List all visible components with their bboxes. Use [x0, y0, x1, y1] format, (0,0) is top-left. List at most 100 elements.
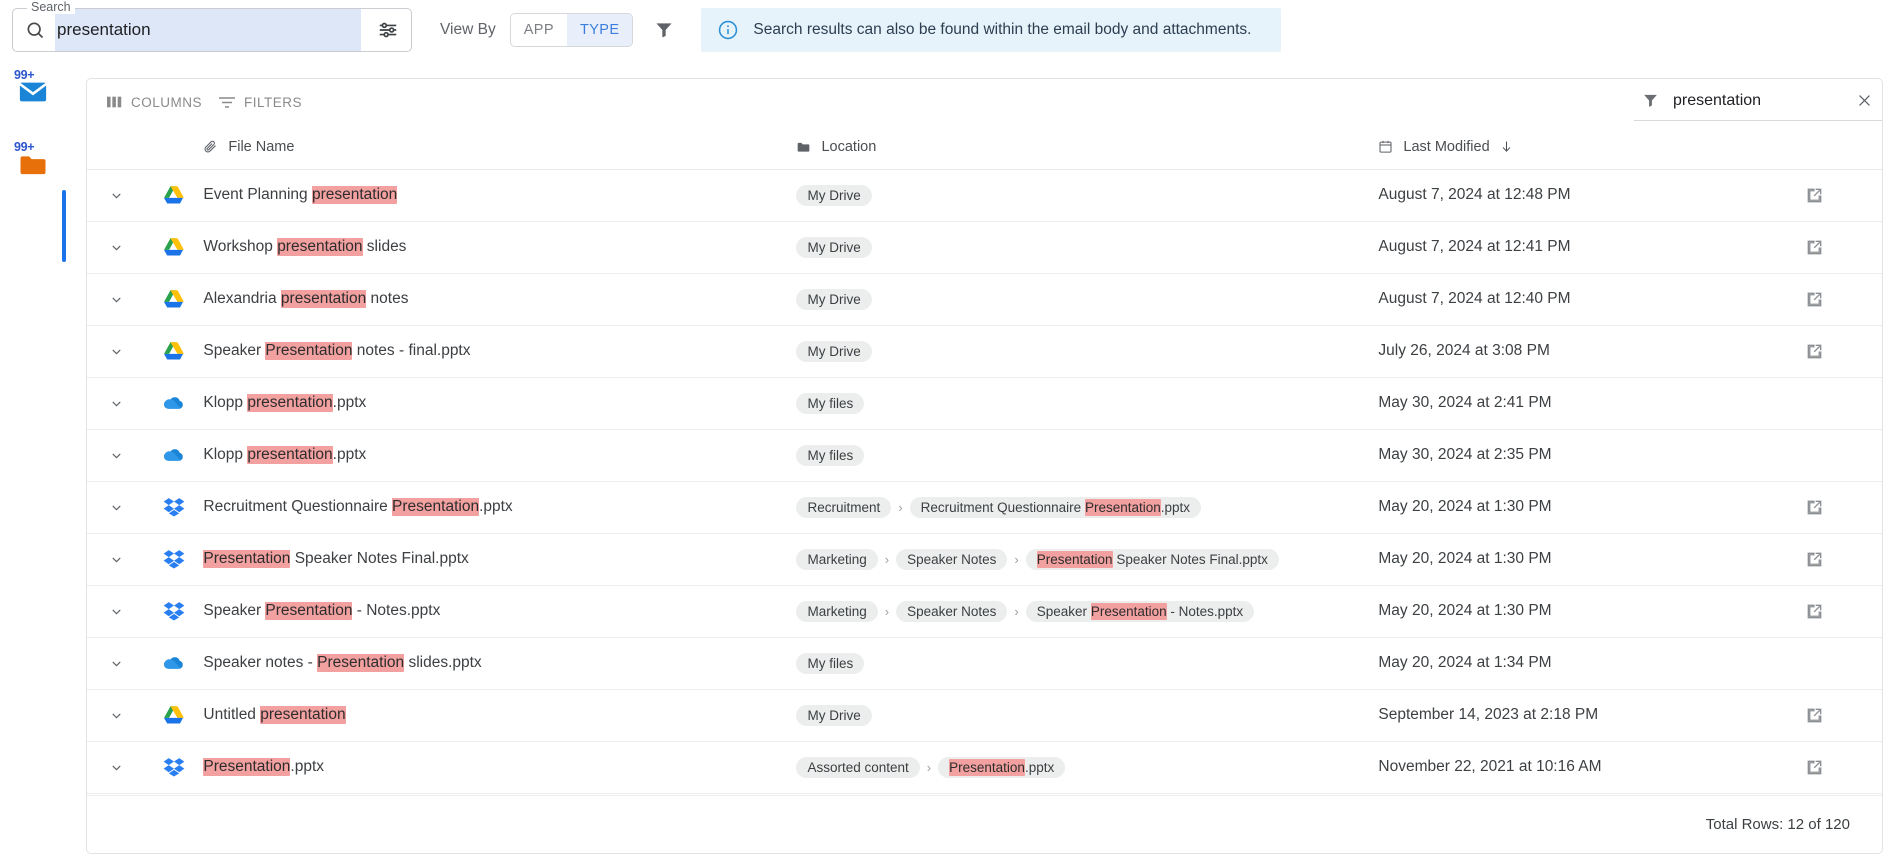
row-actions-cell	[1748, 169, 1882, 221]
table-row[interactable]: Alexandria presentation notes My Drive Aug…	[87, 273, 1882, 325]
table-row[interactable]: Presentation Speaker Notes Final.pptx Mar…	[87, 533, 1882, 585]
open-in-new-icon[interactable]	[1805, 706, 1824, 725]
table-row[interactable]: Recruitment Questionnaire Presentation.p…	[87, 481, 1882, 533]
columns-button[interactable]: COLUMNS	[99, 86, 210, 118]
table-row[interactable]: Klopp presentation.pptx My files May 30, 2…	[87, 429, 1882, 481]
rail-item-mail[interactable]: 99+	[0, 64, 66, 124]
close-icon[interactable]	[1850, 92, 1878, 109]
location-chip[interactable]: My Drive	[796, 236, 872, 258]
toggle-type[interactable]: TYPE	[566, 14, 633, 46]
open-in-new-icon[interactable]	[1805, 186, 1824, 205]
table-row[interactable]: Untitled presentation My Drive September 1…	[87, 689, 1882, 741]
location-chip[interactable]: My files	[796, 444, 865, 466]
row-file-name-cell[interactable]: Speaker Presentation - Notes.pptx	[203, 585, 796, 637]
table-row[interactable]: Klopp presentation.pptx My files May 30, 2…	[87, 377, 1882, 429]
location-chip[interactable]: Marketing	[796, 548, 878, 570]
table-row[interactable]: Workshop presentation slides My Drive Augu…	[87, 221, 1882, 273]
row-expand-cell[interactable]	[87, 637, 145, 689]
location-chip[interactable]: Presentation.pptx	[938, 756, 1066, 778]
filters-button[interactable]: FILTERS	[210, 86, 310, 118]
row-file-name-cell[interactable]: Presentation Speaker Notes Final.pptx	[203, 533, 796, 585]
location-chip[interactable]: My Drive	[796, 184, 872, 206]
row-expand-cell[interactable]	[87, 221, 145, 273]
row-expand-cell[interactable]	[87, 689, 145, 741]
th-last-modified[interactable]: Last Modified	[1378, 125, 1748, 170]
open-in-new-icon[interactable]	[1805, 758, 1824, 777]
row-file-name-cell[interactable]: Speaker notes - Presentation slides.pptx	[203, 637, 796, 689]
location-chip[interactable]: My Drive	[796, 288, 872, 310]
chevron-down-icon[interactable]	[87, 240, 145, 255]
row-file-name-cell[interactable]: Presentation.pptx	[203, 741, 796, 793]
location-chip[interactable]: Recruitment	[796, 496, 892, 518]
row-file-name-cell[interactable]: Klopp presentation.pptx	[203, 429, 796, 481]
location-chip[interactable]: My Drive	[796, 340, 872, 362]
row-expand-cell[interactable]	[87, 169, 145, 221]
row-date-cell: May 20, 2024 at 1:30 PM	[1378, 481, 1747, 533]
chevron-down-icon[interactable]	[87, 760, 145, 775]
search-field[interactable]: Search presentation	[12, 1, 412, 52]
open-in-new-icon[interactable]	[1805, 342, 1824, 361]
location-chip[interactable]: Assorted content	[796, 756, 920, 778]
search-input[interactable]: presentation	[55, 9, 361, 51]
row-file-name-cell[interactable]: Workshop presentation slides	[203, 221, 796, 273]
location-chip[interactable]: My Drive	[796, 704, 872, 726]
row-file-name-cell[interactable]: Event Planning presentation	[203, 169, 796, 221]
filter-chip-value[interactable]: presentation	[1673, 92, 1850, 110]
chevron-down-icon[interactable]	[87, 292, 145, 307]
row-date-cell: August 7, 2024 at 12:40 PM	[1378, 273, 1747, 325]
th-location[interactable]: Location	[796, 125, 1379, 170]
row-expand-cell[interactable]	[87, 377, 145, 429]
location-chip[interactable]: Speaker Presentation - Notes.pptx	[1025, 600, 1255, 622]
arrow-down-icon[interactable]	[1499, 139, 1514, 154]
location-chip[interactable]: Speaker Notes	[896, 548, 1008, 570]
row-expand-cell[interactable]	[87, 325, 145, 377]
row-expand-cell[interactable]	[87, 429, 145, 481]
row-file-name-cell[interactable]: Klopp presentation.pptx	[203, 377, 796, 429]
row-expand-cell[interactable]	[87, 741, 145, 793]
row-location-cell: My Drive	[796, 325, 1378, 377]
row-file-name-cell[interactable]: Alexandria presentation notes	[203, 273, 796, 325]
location-chip[interactable]: Recruitment Questionnaire Presentation.p…	[909, 496, 1202, 518]
table-row[interactable]: Speaker Presentation - Notes.pptx Marketi…	[87, 585, 1882, 637]
chevron-down-icon[interactable]	[87, 344, 145, 359]
toggle-app[interactable]: APP	[510, 14, 567, 46]
location-chip[interactable]: My files	[796, 652, 865, 674]
table-row[interactable]: Speaker Presentation notes - final.pptx M…	[87, 325, 1882, 377]
row-file-name-cell[interactable]: Speaker Presentation notes - final.pptx	[203, 325, 796, 377]
location-chip[interactable]: Marketing	[796, 600, 878, 622]
chevron-down-icon[interactable]	[87, 552, 145, 567]
open-in-new-icon[interactable]	[1805, 238, 1824, 257]
row-expand-cell[interactable]	[87, 273, 145, 325]
chevron-down-icon[interactable]	[87, 188, 145, 203]
chevron-down-icon[interactable]	[87, 396, 145, 411]
file-name-text: Presentation.pptx	[203, 758, 796, 776]
row-file-name-cell[interactable]: Untitled presentation	[203, 689, 796, 741]
rail-item-folder[interactable]: 99+	[0, 136, 66, 196]
tune-icon[interactable]	[365, 9, 411, 51]
chevron-down-icon[interactable]	[87, 500, 145, 515]
filter-funnel-icon[interactable]	[651, 17, 677, 43]
chevron-down-icon[interactable]	[87, 448, 145, 463]
table-row[interactable]: Presentation.pptx Assorted content › Presen…	[87, 741, 1882, 793]
active-filter-chip[interactable]: presentation	[1634, 81, 1882, 121]
open-in-new-icon[interactable]	[1805, 498, 1824, 517]
open-in-new-icon[interactable]	[1805, 550, 1824, 569]
open-in-new-icon[interactable]	[1805, 602, 1824, 621]
th-file-name[interactable]: File Name	[203, 125, 797, 170]
open-in-new-icon[interactable]	[1805, 290, 1824, 309]
text-fragment: .pptx	[332, 394, 367, 411]
chevron-down-icon[interactable]	[87, 708, 145, 723]
table-row[interactable]: Event Planning presentation My Drive Augus…	[87, 169, 1882, 221]
rail-active-indicator	[62, 190, 66, 262]
file-name-text: Alexandria presentation notes	[203, 290, 796, 308]
row-expand-cell[interactable]	[87, 585, 145, 637]
location-chip[interactable]: Speaker Notes	[896, 600, 1008, 622]
row-expand-cell[interactable]	[87, 481, 145, 533]
chevron-down-icon[interactable]	[87, 656, 145, 671]
location-chip[interactable]: Presentation Speaker Notes Final.pptx	[1025, 548, 1279, 570]
table-row[interactable]: Speaker notes - Presentation slides.pptx…	[87, 637, 1882, 689]
row-file-name-cell[interactable]: Recruitment Questionnaire Presentation.p…	[203, 481, 796, 533]
chevron-down-icon[interactable]	[87, 604, 145, 619]
row-expand-cell[interactable]	[87, 533, 145, 585]
location-chip[interactable]: My files	[796, 392, 865, 414]
